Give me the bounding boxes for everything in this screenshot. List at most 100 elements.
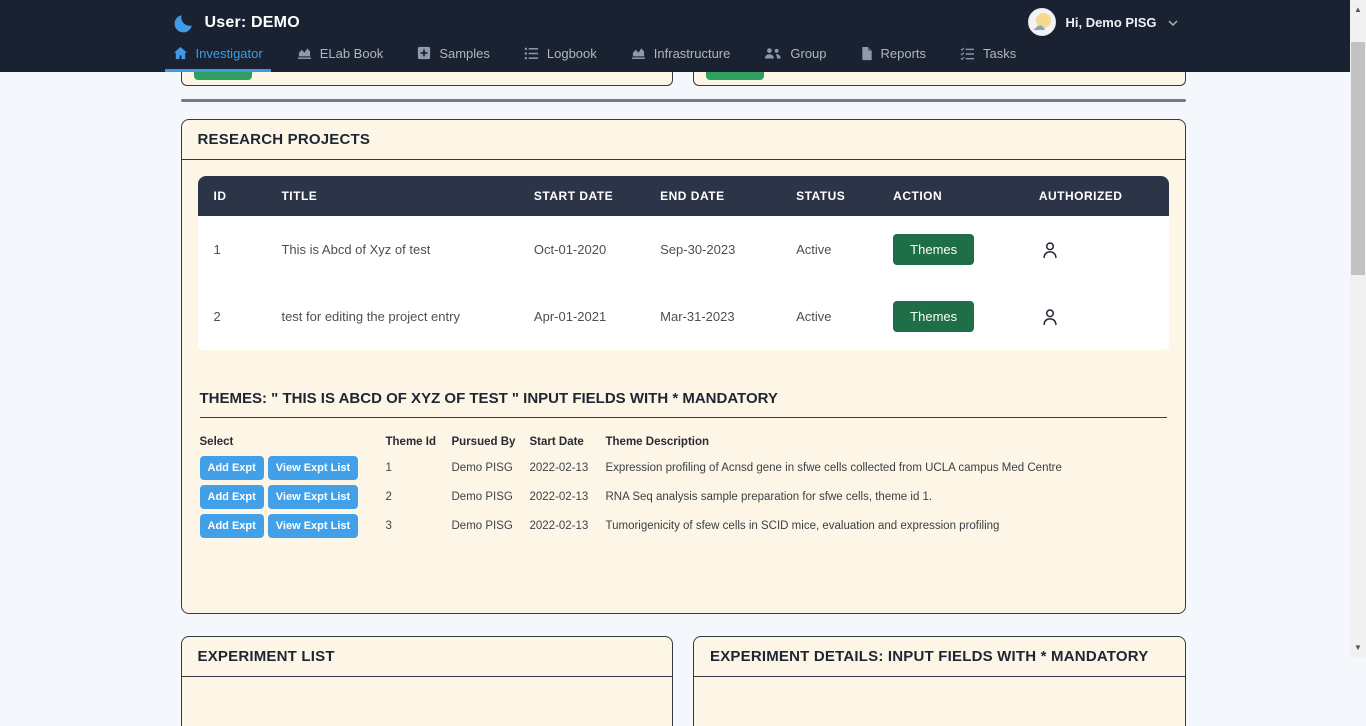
home-icon	[173, 46, 188, 61]
green-button-partial[interactable]	[706, 72, 764, 80]
authorized-person-icon[interactable]	[1023, 283, 1169, 350]
project-row: 1This is Abcd of Xyz of testOct-01-2020S…	[198, 216, 1169, 283]
project-start-date: Oct-01-2020	[518, 216, 644, 283]
theme-row: Add ExptView Expt List1Demo PISG2022-02-…	[198, 456, 1169, 480]
nav-item-label: ELab Book	[320, 46, 384, 61]
theme-row: Add ExptView Expt List 2Demo PISG2022-02-…	[198, 485, 1169, 509]
column-header-action: ACTION	[877, 176, 1023, 216]
users-icon	[764, 47, 782, 60]
add-expt-button[interactable]: Add Expt	[200, 456, 264, 480]
brand-row: User: DEMO ☁ Hi, Demo PISG	[173, 0, 1178, 40]
chart-area-icon	[631, 46, 646, 61]
project-status: Active	[780, 283, 877, 350]
nav-item-tasks[interactable]: Tasks	[960, 40, 1016, 72]
list-icon	[524, 46, 539, 61]
plus-square-icon	[417, 46, 431, 60]
chart-area-icon	[297, 46, 312, 61]
projects-table-header-row: ID TITLE START DATE END DATE STATUS ACTI…	[198, 176, 1169, 216]
vertical-scrollbar[interactable]: ▲ ▼	[1350, 0, 1366, 658]
themes-section-heading: THEMES: " THIS IS ABCD OF XYZ OF TEST " …	[200, 390, 1167, 407]
scrollbar-up-arrow[interactable]: ▲	[1350, 2, 1366, 18]
view-expt-list-button[interactable]: View Expt List	[268, 514, 358, 538]
nav-item-label: Samples	[439, 46, 490, 61]
nav-item-samples[interactable]: Samples	[417, 40, 490, 72]
nav-item-elab-book[interactable]: ELab Book	[297, 40, 384, 72]
nav-item-label: Tasks	[983, 46, 1016, 61]
project-id: 1	[198, 216, 266, 283]
research-projects-title: RESEARCH PROJECTS	[182, 120, 1185, 160]
theme-pursued-by: Demo PISG	[452, 520, 530, 532]
green-button-partial[interactable]	[194, 72, 252, 80]
project-end-date: Sep-30-2023	[644, 216, 780, 283]
theme-select-cell: Add ExptView Expt List	[200, 514, 386, 538]
theme-column-select: Select	[200, 436, 386, 448]
theme-column-id: Theme Id	[386, 436, 452, 448]
theme-description: RNA Seq analysis sample preparation for …	[606, 491, 1167, 503]
theme-column-pursued-by: Pursued By	[452, 436, 530, 448]
nav-item-label: Reports	[881, 46, 927, 61]
themes-heading-divider	[200, 417, 1167, 418]
theme-row: Add ExptView Expt List3Demo PISG2022-02-…	[198, 514, 1169, 538]
theme-id: 2	[386, 491, 452, 503]
top-left-panel-partial	[181, 72, 674, 86]
avatar: ☁	[1028, 8, 1056, 36]
nav-item-label: Logbook	[547, 46, 597, 61]
theme-id: 3	[386, 520, 452, 532]
moon-icon	[173, 12, 195, 34]
view-expt-list-button[interactable]: View Expt List	[268, 485, 358, 509]
themes-button[interactable]: Themes	[893, 301, 974, 332]
scrollbar-thumb[interactable]	[1351, 42, 1365, 275]
tasks-icon	[960, 47, 975, 60]
authorized-person-icon[interactable]	[1023, 216, 1169, 283]
project-start-date: Apr-01-2021	[518, 283, 644, 350]
scrollbar-down-arrow[interactable]: ▼	[1350, 640, 1366, 656]
theme-id: 1	[386, 462, 452, 474]
nav-item-logbook[interactable]: Logbook	[524, 40, 597, 72]
project-row: 2test for editing the project entryApr-0…	[198, 283, 1169, 350]
theme-start-date: 2022-02-13	[530, 491, 606, 503]
theme-description: Expression profiling of Acnsd gene in sf…	[606, 462, 1167, 474]
theme-pursued-by: Demo PISG	[452, 491, 530, 503]
themes-table-body: Add ExptView Expt List1Demo PISG2022-02-…	[198, 456, 1169, 538]
nav-item-infrastructure[interactable]: Infrastructure	[631, 40, 731, 72]
theme-start-date: 2022-02-13	[530, 520, 606, 532]
experiment-details-panel: EXPERIMENT DETAILS: INPUT FIELDS WITH * …	[693, 636, 1186, 726]
column-header-id: ID	[198, 176, 266, 216]
theme-select-cell: Add ExptView Expt List	[200, 456, 386, 480]
main-content: RESEARCH PROJECTS ID TITLE START DATE EN…	[181, 0, 1186, 726]
themes-button[interactable]: Themes	[893, 234, 974, 265]
project-action-cell: Themes	[877, 283, 1023, 350]
research-projects-panel: RESEARCH PROJECTS ID TITLE START DATE EN…	[181, 119, 1186, 614]
theme-start-date: 2022-02-13	[530, 462, 606, 474]
nav-item-group[interactable]: Group	[764, 40, 826, 72]
bottom-panels: EXPERIMENT LIST EXPERIMENT DETAILS: INPU…	[181, 636, 1186, 726]
brand-title: User: DEMO	[205, 14, 300, 32]
section-divider	[181, 99, 1186, 102]
experiment-details-title: EXPERIMENT DETAILS: INPUT FIELDS WITH * …	[694, 637, 1185, 677]
nav-item-reports[interactable]: Reports	[861, 40, 927, 72]
project-title: This is Abcd of Xyz of test	[265, 216, 517, 283]
main-nav: Investigator ELab Book Samples Logbook	[173, 40, 1178, 72]
chevron-down-icon	[1168, 13, 1178, 31]
experiment-details-body-partial	[694, 677, 1185, 726]
top-navbar: User: DEMO ☁ Hi, Demo PISG Investigator	[0, 0, 1350, 72]
nav-item-investigator[interactable]: Investigator	[173, 40, 263, 72]
view-expt-list-button[interactable]: View Expt List	[268, 456, 358, 480]
column-header-title: TITLE	[265, 176, 517, 216]
project-title: test for editing the project entry	[265, 283, 517, 350]
add-expt-button[interactable]: Add Expt	[200, 514, 264, 538]
user-greeting: Hi, Demo PISG	[1065, 15, 1156, 30]
column-header-authorized: AUTHORIZED	[1023, 176, 1169, 216]
experiment-list-title: EXPERIMENT LIST	[182, 637, 673, 677]
column-header-status: STATUS	[780, 176, 877, 216]
column-header-end-date: END DATE	[644, 176, 780, 216]
column-header-start-date: START DATE	[518, 176, 644, 216]
add-expt-button[interactable]: Add Expt	[200, 485, 264, 509]
nav-item-label: Group	[790, 46, 826, 61]
nav-item-label: Investigator	[196, 46, 263, 61]
project-action-cell: Themes	[877, 216, 1023, 283]
projects-table-body: 1This is Abcd of Xyz of testOct-01-2020S…	[198, 216, 1169, 350]
user-menu[interactable]: ☁ Hi, Demo PISG	[1028, 8, 1177, 36]
project-id: 2	[198, 283, 266, 350]
theme-pursued-by: Demo PISG	[452, 462, 530, 474]
